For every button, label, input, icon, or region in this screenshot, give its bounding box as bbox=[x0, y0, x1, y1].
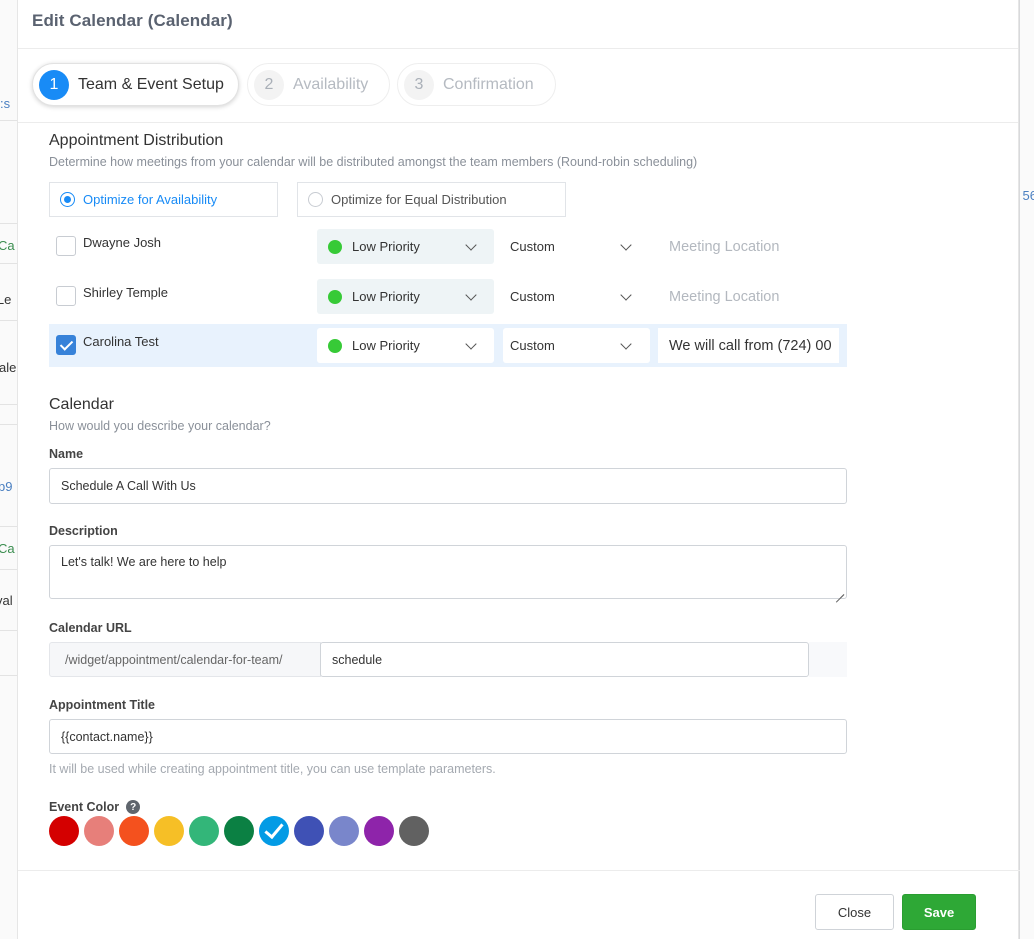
meeting-location-input[interactable]: Meeting Location bbox=[658, 279, 839, 314]
member-checkbox[interactable] bbox=[56, 236, 76, 256]
location-type-value: Custom bbox=[510, 338, 555, 353]
description-value: Let's talk! We are here to help bbox=[61, 555, 227, 569]
close-button[interactable]: Close bbox=[815, 894, 894, 930]
save-button[interactable]: Save bbox=[902, 894, 976, 930]
background-page-right: 56 bbox=[1020, 0, 1034, 939]
bg-fragment: :s bbox=[0, 96, 11, 111]
priority-dot-icon bbox=[328, 239, 342, 254]
color-swatch[interactable] bbox=[294, 816, 324, 846]
edit-calendar-modal: Edit Calendar (Calendar) 1 Team & Event … bbox=[17, 0, 1020, 939]
location-type-value: Custom bbox=[510, 239, 555, 254]
team-member-row-selected: Carolina Test Low Priority Custom We wil… bbox=[49, 324, 847, 367]
calendar-section-title: Calendar bbox=[49, 396, 114, 413]
appointment-title-input[interactable]: {{contact.name}} bbox=[49, 719, 847, 754]
event-color-label-text: Event Color bbox=[49, 800, 120, 814]
priority-value: Low Priority bbox=[352, 289, 420, 304]
option-optimize-equal-distribution[interactable]: Optimize for Equal Distribution bbox=[297, 182, 566, 217]
description-label: Description bbox=[49, 524, 118, 538]
chevron-down-icon bbox=[620, 289, 632, 301]
bg-fragment: ale bbox=[0, 360, 17, 375]
calendar-name-input[interactable]: Schedule A Call With Us bbox=[49, 468, 847, 504]
help-icon[interactable]: ? bbox=[126, 800, 141, 814]
radio-unchecked-icon bbox=[308, 192, 323, 207]
step-team-event-setup[interactable]: 1 Team & Event Setup bbox=[32, 63, 239, 106]
name-label: Name bbox=[49, 447, 84, 461]
color-swatch[interactable] bbox=[399, 816, 429, 846]
chevron-down-icon bbox=[465, 239, 477, 251]
bg-fragment: Ca bbox=[0, 541, 15, 556]
modal-header: Edit Calendar (Calendar) bbox=[18, 0, 1018, 49]
priority-dot-icon bbox=[328, 338, 342, 353]
meeting-location-type-select[interactable]: Custom bbox=[503, 328, 650, 363]
option-label: Optimize for Equal Distribution bbox=[331, 192, 507, 207]
step-label: Confirmation bbox=[443, 75, 534, 93]
priority-dot-icon bbox=[328, 289, 342, 304]
color-swatch[interactable] bbox=[189, 816, 219, 846]
radio-checked-icon bbox=[60, 192, 75, 207]
priority-select[interactable]: Low Priority bbox=[317, 328, 494, 363]
priority-select[interactable]: Low Priority bbox=[317, 229, 494, 264]
meeting-location-input[interactable]: We will call from (724) 00 bbox=[658, 328, 839, 363]
distribution-title: Appointment Distribution bbox=[49, 132, 224, 149]
step-confirmation[interactable]: 3 Confirmation bbox=[397, 63, 556, 106]
chevron-down-icon bbox=[465, 289, 477, 301]
appointment-title-help: It will be used while creating appointme… bbox=[49, 762, 496, 776]
calendar-url-slug-input[interactable]: schedule bbox=[320, 642, 809, 677]
priority-value: Low Priority bbox=[352, 239, 420, 254]
appointment-title-label: Appointment Title bbox=[49, 698, 156, 712]
step-availability[interactable]: 2 Availability bbox=[247, 63, 390, 106]
color-swatch[interactable] bbox=[84, 816, 114, 846]
meeting-location-type-select[interactable]: Custom bbox=[503, 229, 650, 264]
color-swatch[interactable] bbox=[224, 816, 254, 846]
event-color-swatches bbox=[49, 816, 434, 846]
color-swatch[interactable] bbox=[154, 816, 184, 846]
background-page-left: :s Ca g Le ale b9 Ca val bbox=[0, 0, 18, 939]
meeting-location-input[interactable]: Meeting Location bbox=[658, 229, 839, 264]
option-optimize-availability[interactable]: Optimize for Availability bbox=[49, 182, 278, 217]
bg-fragment: val bbox=[0, 593, 13, 608]
calendar-url-label: Calendar URL bbox=[49, 621, 132, 635]
calendar-description-textarea[interactable]: Let's talk! We are here to help bbox=[49, 545, 847, 599]
chevron-down-icon bbox=[620, 338, 632, 350]
team-member-row: Shirley Temple Low Priority Custom Meeti… bbox=[49, 275, 847, 318]
step-number: 3 bbox=[404, 69, 434, 100]
modal-title: Edit Calendar (Calendar) bbox=[32, 11, 233, 30]
priority-select[interactable]: Low Priority bbox=[317, 279, 494, 314]
color-swatch[interactable] bbox=[329, 816, 359, 846]
member-name: Shirley Temple bbox=[83, 285, 169, 300]
calendar-section-subtitle: How would you describe your calendar? bbox=[49, 419, 271, 433]
modal-footer: Close Save bbox=[18, 870, 1020, 939]
step-number: 1 bbox=[39, 69, 69, 100]
chevron-down-icon bbox=[465, 338, 477, 350]
team-member-row: Dwayne Josh Low Priority Custom Meeting … bbox=[49, 225, 847, 268]
location-type-value: Custom bbox=[510, 289, 555, 304]
member-checkbox-checked[interactable] bbox=[56, 335, 76, 355]
event-color-label: Event Color ? bbox=[49, 800, 141, 814]
member-name: Dwayne Josh bbox=[83, 235, 162, 250]
color-swatch[interactable] bbox=[364, 816, 394, 846]
bg-fragment: 56 bbox=[1022, 188, 1034, 203]
calendar-url-prefix: /widget/appointment/calendar-for-team/ bbox=[49, 642, 321, 677]
step-label: Team & Event Setup bbox=[78, 75, 224, 93]
bg-fragment: b9 bbox=[0, 479, 13, 494]
priority-value: Low Priority bbox=[352, 338, 420, 353]
distribution-subtitle: Determine how meetings from your calenda… bbox=[49, 155, 698, 169]
option-label: Optimize for Availability bbox=[83, 192, 218, 207]
color-swatch-selected[interactable] bbox=[259, 816, 289, 846]
member-checkbox[interactable] bbox=[56, 286, 76, 306]
color-swatch[interactable] bbox=[49, 816, 79, 846]
meeting-location-type-select[interactable]: Custom bbox=[503, 279, 650, 314]
member-name: Carolina Test bbox=[83, 334, 159, 349]
bg-fragment: Ca bbox=[0, 238, 15, 253]
resize-handle-icon[interactable] bbox=[835, 587, 844, 596]
wizard-steps: 1 Team & Event Setup 2 Availability 3 Co… bbox=[18, 49, 1018, 123]
chevron-down-icon bbox=[620, 239, 632, 251]
url-input-addon bbox=[809, 642, 847, 677]
step-number: 2 bbox=[254, 69, 284, 100]
step-label: Availability bbox=[293, 75, 369, 93]
bg-fragment: g Le bbox=[0, 292, 12, 307]
color-swatch[interactable] bbox=[119, 816, 149, 846]
